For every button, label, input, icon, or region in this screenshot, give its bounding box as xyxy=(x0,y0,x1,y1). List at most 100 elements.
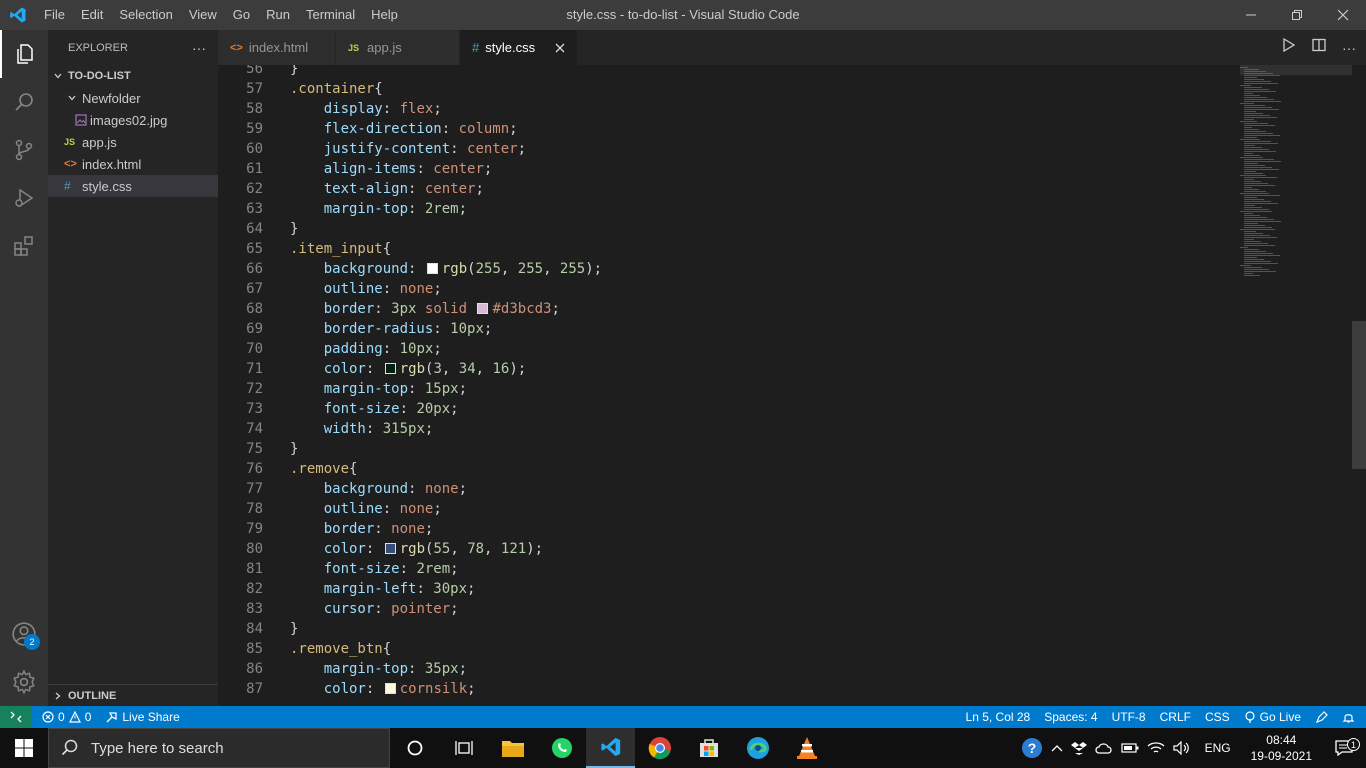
menu-terminal[interactable]: Terminal xyxy=(298,0,363,30)
menu-help[interactable]: Help xyxy=(363,0,406,30)
code-line[interactable]: 65 .item_input{ xyxy=(218,239,1228,259)
cortana-icon[interactable] xyxy=(390,728,439,768)
code-line[interactable]: 58 display: flex; xyxy=(218,99,1228,119)
code-line[interactable]: 80 color: rgb(55, 78, 121); xyxy=(218,539,1228,559)
line-endings[interactable]: CRLF xyxy=(1153,710,1198,724)
file-indexhtml[interactable]: <> index.html xyxy=(48,153,218,175)
code-line[interactable]: 60 justify-content: center; xyxy=(218,139,1228,159)
code-line[interactable]: 78 outline: none; xyxy=(218,499,1228,519)
tab-style-css[interactable]: # style.css xyxy=(460,30,578,65)
code-line[interactable]: 67 outline: none; xyxy=(218,279,1228,299)
menu-go[interactable]: Go xyxy=(225,0,258,30)
code-line[interactable]: 79 border: none; xyxy=(218,519,1228,539)
show-hidden-icons-chevron-icon[interactable] xyxy=(1047,743,1067,753)
problems-indicator[interactable]: 0 0 xyxy=(32,710,98,724)
code-line[interactable]: 63 margin-top: 2rem; xyxy=(218,199,1228,219)
code-line[interactable]: 61 align-items: center; xyxy=(218,159,1228,179)
action-center-icon[interactable]: 1 xyxy=(1322,738,1366,757)
code-line[interactable]: 75} xyxy=(218,439,1228,459)
volume-icon[interactable] xyxy=(1169,741,1195,755)
code-editor[interactable]: 56} 57 .container{58 display: flex; 59 flex… xyxy=(218,65,1366,706)
run-debug-icon[interactable] xyxy=(0,174,48,222)
indentation[interactable]: Spaces: 4 xyxy=(1037,710,1104,724)
code-line[interactable]: 59 flex-direction: column; xyxy=(218,119,1228,139)
split-editor-icon[interactable] xyxy=(1312,38,1326,57)
menu-run[interactable]: Run xyxy=(258,0,298,30)
cloud-sync-icon[interactable] xyxy=(1091,741,1117,755)
color-swatch[interactable] xyxy=(384,363,396,374)
code-line[interactable]: 64} xyxy=(218,219,1228,239)
whatsapp-icon[interactable] xyxy=(537,728,586,768)
tab-app-js[interactable]: JS app.js xyxy=(336,30,460,65)
menu-edit[interactable]: Edit xyxy=(73,0,111,30)
code-line[interactable]: 66 background: rgb(255, 255, 255); xyxy=(218,259,1228,279)
project-root[interactable]: TO-DO-LIST xyxy=(48,65,218,87)
color-swatch[interactable] xyxy=(426,263,438,274)
code-line[interactable]: 86 margin-top: 35px; xyxy=(218,659,1228,679)
run-icon[interactable] xyxy=(1282,37,1296,57)
more-actions-icon[interactable]: ··· xyxy=(1342,40,1356,56)
code-line[interactable]: 56} xyxy=(218,65,1228,79)
remote-indicator[interactable] xyxy=(0,706,32,728)
extensions-icon[interactable] xyxy=(0,222,48,270)
menu-selection[interactable]: Selection xyxy=(111,0,180,30)
windows-start-icon[interactable] xyxy=(0,728,48,768)
vscode-taskbar-icon[interactable] xyxy=(586,728,635,768)
wifi-icon[interactable] xyxy=(1143,741,1169,755)
dropbox-icon[interactable] xyxy=(1067,741,1091,755)
file-appjs[interactable]: JS app.js xyxy=(48,131,218,153)
menu-file[interactable]: File xyxy=(36,0,73,30)
code-line[interactable]: 83 cursor: pointer; xyxy=(218,599,1228,619)
code-line[interactable]: 81 font-size: 2rem; xyxy=(218,559,1228,579)
cursor-position[interactable]: Ln 5, Col 28 xyxy=(959,710,1038,724)
code-line[interactable]: 82 margin-left: 30px; xyxy=(218,579,1228,599)
color-swatch[interactable] xyxy=(384,683,396,694)
color-swatch[interactable] xyxy=(384,543,396,554)
explorer-more-actions[interactable]: ··· xyxy=(192,40,206,56)
code-line[interactable]: 71 color: rgb(3, 34, 16); xyxy=(218,359,1228,379)
task-view-icon[interactable] xyxy=(439,728,488,768)
code-line[interactable]: 73 font-size: 20px; xyxy=(218,399,1228,419)
microsoft-store-icon[interactable] xyxy=(684,728,733,768)
edge-icon[interactable] xyxy=(733,728,782,768)
code-line[interactable]: 57 .container{ xyxy=(218,79,1228,99)
live-share-button[interactable]: Live Share xyxy=(98,710,186,724)
notifications-bell-icon[interactable] xyxy=(1335,711,1362,724)
clock[interactable]: 08:44 19-09-2021 xyxy=(1241,732,1322,764)
file-images02[interactable]: images02.jpg xyxy=(48,109,218,131)
file-stylecss[interactable]: # style.css xyxy=(48,175,218,197)
close-window-button[interactable] xyxy=(1320,0,1366,30)
source-control-icon[interactable] xyxy=(0,126,48,174)
color-swatch[interactable] xyxy=(477,303,489,314)
code-line[interactable]: 84} xyxy=(218,619,1228,639)
code-line[interactable]: 77 background: none; xyxy=(218,479,1228,499)
search-activity-icon[interactable] xyxy=(0,78,48,126)
encoding[interactable]: UTF-8 xyxy=(1105,710,1153,724)
minimap[interactable] xyxy=(1240,65,1352,285)
input-language[interactable]: ENG xyxy=(1195,741,1241,755)
battery-icon[interactable] xyxy=(1117,742,1143,754)
taskbar-search-box[interactable]: Type here to search xyxy=(48,728,390,768)
vlc-icon[interactable] xyxy=(782,728,831,768)
code-line[interactable]: 62 text-align: center; xyxy=(218,179,1228,199)
tab-index-html[interactable]: <> index.html xyxy=(218,30,336,65)
accounts-icon[interactable]: 2 xyxy=(0,610,48,658)
explorer-activity-icon[interactable] xyxy=(0,30,48,78)
help-icon[interactable]: ? xyxy=(1017,737,1047,759)
code-line[interactable]: 87 color: cornsilk; xyxy=(218,679,1228,699)
feedback-icon[interactable] xyxy=(1308,710,1335,724)
code-line[interactable]: 72 margin-top: 15px; xyxy=(218,379,1228,399)
chrome-icon[interactable] xyxy=(635,728,684,768)
settings-gear-icon[interactable] xyxy=(0,658,48,706)
outline-section[interactable]: OUTLINE xyxy=(48,684,218,706)
folder-newfolder[interactable]: Newfolder xyxy=(48,87,218,109)
menu-view[interactable]: View xyxy=(181,0,225,30)
language-mode[interactable]: CSS xyxy=(1198,710,1237,724)
vertical-scrollbar[interactable] xyxy=(1352,321,1366,469)
code-line[interactable]: 69 border-radius: 10px; xyxy=(218,319,1228,339)
code-line[interactable]: 68 border: 3px solid #d3bcd3; xyxy=(218,299,1228,319)
file-explorer-icon[interactable] xyxy=(488,728,537,768)
minimize-button[interactable] xyxy=(1228,0,1274,30)
code-line[interactable]: 85 .remove_btn{ xyxy=(218,639,1228,659)
code-line[interactable]: 74 width: 315px; xyxy=(218,419,1228,439)
